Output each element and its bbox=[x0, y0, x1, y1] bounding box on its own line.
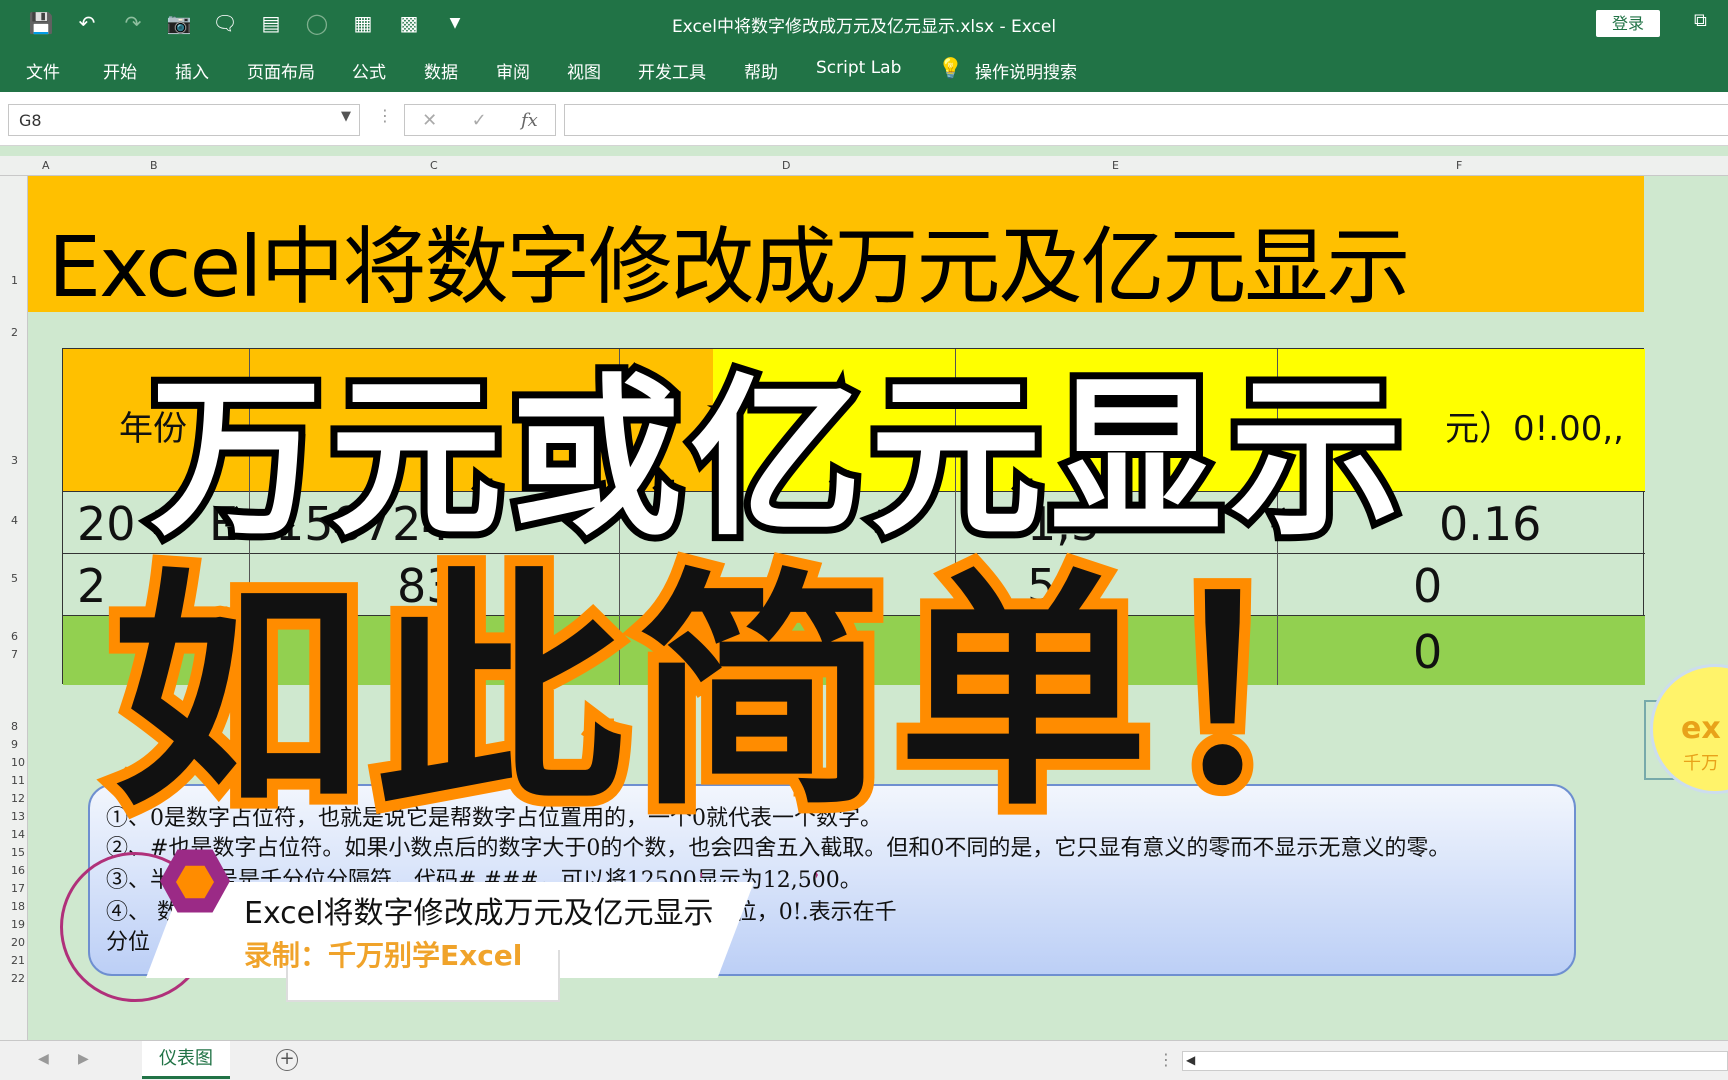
row-header[interactable]: 21 bbox=[11, 954, 25, 967]
tab-help[interactable]: 帮助 bbox=[744, 58, 778, 83]
row-header[interactable]: 11 bbox=[11, 774, 25, 787]
tab-page-layout[interactable]: 页面布局 bbox=[247, 58, 315, 83]
title-bar: 💾 ↶ ↷ 📷 🗨 ▤ ◯ ▦ ▩ ▼ Excel中将数字修改成万元及亿元显示.… bbox=[0, 0, 1728, 46]
tell-me-search[interactable]: 操作说明搜索 bbox=[975, 58, 1077, 83]
column-header-e[interactable]: E bbox=[1112, 159, 1119, 172]
column-headers: A B C D E F bbox=[0, 156, 1728, 176]
row-header[interactable]: 5 bbox=[11, 572, 18, 585]
cell-year: 2 bbox=[77, 559, 107, 613]
row-headers: 1 2 3 4 5 6 7 8 9 10 11 12 13 14 15 16 1… bbox=[0, 176, 28, 1040]
name-box-value: G8 bbox=[19, 111, 42, 130]
row-header[interactable]: 18 bbox=[11, 900, 25, 913]
column-header-d[interactable]: D bbox=[782, 159, 790, 172]
row-header[interactable]: 15 bbox=[11, 846, 25, 859]
name-box[interactable]: G8 ▼ bbox=[8, 104, 360, 136]
cancel-icon[interactable]: ✕ bbox=[422, 110, 437, 131]
column-header-f[interactable]: F bbox=[1456, 159, 1462, 172]
tab-insert[interactable]: 插入 bbox=[175, 58, 209, 83]
caption-title: Excel将数字修改成万元及亿元显示 bbox=[244, 896, 714, 931]
row-header[interactable]: 7 bbox=[11, 648, 18, 661]
row-header[interactable]: 12 bbox=[11, 792, 25, 805]
window-title: Excel中将数字修改成万元及亿元显示.xlsx - Excel bbox=[671, 17, 1057, 37]
scroll-left-arrow-icon[interactable]: ◀ bbox=[1186, 1053, 1195, 1067]
row-header[interactable]: 1 bbox=[11, 274, 18, 287]
formula-input[interactable] bbox=[564, 104, 1728, 136]
lightbulb-icon: 💡 bbox=[938, 56, 963, 80]
confirm-icon[interactable]: ✓ bbox=[472, 110, 487, 131]
scroll-left-icon[interactable]: ◀ bbox=[38, 1051, 49, 1067]
tab-home[interactable]: 开始 bbox=[103, 58, 137, 83]
row-header[interactable]: 14 bbox=[11, 828, 25, 841]
more-dots-icon: ⋮ bbox=[377, 106, 393, 125]
tab-review[interactable]: 审阅 bbox=[496, 58, 530, 83]
column-header-b[interactable]: B bbox=[150, 159, 158, 172]
chevron-down-icon[interactable]: ▼ bbox=[341, 109, 351, 124]
row-header[interactable]: 3 bbox=[11, 454, 18, 467]
row-header[interactable]: 9 bbox=[11, 738, 18, 751]
overlay-subheadline: 如此简单！ bbox=[101, 537, 1422, 850]
sheet-tab-bar: ◀ ▶ 仪表图 + ⋮ ◀ bbox=[0, 1040, 1728, 1080]
row-header[interactable]: 8 bbox=[11, 720, 18, 733]
tab-file[interactable]: 文件 bbox=[26, 58, 60, 83]
tab-data[interactable]: 数据 bbox=[424, 58, 458, 83]
row-header[interactable]: 17 bbox=[11, 882, 25, 895]
insert-function-button[interactable]: fx bbox=[521, 110, 538, 131]
scroll-right-icon[interactable]: ▶ bbox=[78, 1051, 89, 1067]
row-header[interactable]: 4 bbox=[11, 514, 18, 527]
formula-bar: G8 ▼ ⋮ ✕ ✓ fx bbox=[0, 92, 1728, 146]
tab-formulas[interactable]: 公式 bbox=[352, 58, 386, 83]
more-dots-icon: ⋮ bbox=[1158, 1050, 1174, 1069]
row-header[interactable]: 22 bbox=[11, 972, 25, 985]
header-format-code: 元）0!.00,, bbox=[1445, 409, 1624, 449]
logo-text: ex bbox=[1681, 711, 1721, 746]
column-header-a[interactable]: A bbox=[42, 159, 50, 172]
row-header[interactable]: 13 bbox=[11, 810, 25, 823]
sheet-tab-dashboard[interactable]: 仪表图 bbox=[142, 1041, 230, 1079]
column-header-c[interactable]: C bbox=[430, 159, 438, 172]
row-header[interactable]: 16 bbox=[11, 864, 25, 877]
tab-developer[interactable]: 开发工具 bbox=[638, 58, 706, 83]
sheet-title: Excel中将数字修改成万元及亿元显示 bbox=[48, 218, 1411, 316]
row-header[interactable]: 10 bbox=[11, 756, 25, 769]
horizontal-scrollbar[interactable] bbox=[1182, 1051, 1728, 1071]
row-header[interactable]: 2 bbox=[11, 326, 18, 339]
row-header[interactable]: 6 bbox=[11, 630, 18, 643]
row-header[interactable]: 19 bbox=[11, 918, 25, 931]
row-header[interactable]: 20 bbox=[11, 936, 25, 949]
cell-value: 0.16 bbox=[1439, 497, 1542, 551]
login-button[interactable]: 登录 bbox=[1596, 10, 1660, 37]
restore-window-icon[interactable]: ⧉ bbox=[1694, 10, 1707, 31]
add-sheet-icon[interactable]: + bbox=[276, 1049, 298, 1071]
logo-subtext: 千万 bbox=[1683, 753, 1719, 774]
ribbon-tabs: 文件 开始 插入 页面布局 公式 数据 审阅 视图 开发工具 帮助 Script… bbox=[0, 46, 1728, 92]
tab-view[interactable]: 视图 bbox=[567, 58, 601, 83]
tab-script-lab[interactable]: Script Lab bbox=[816, 58, 901, 78]
caption-subtitle: 录制：千万别学Excel bbox=[244, 939, 523, 972]
formula-buttons: ✕ ✓ fx bbox=[404, 104, 556, 136]
